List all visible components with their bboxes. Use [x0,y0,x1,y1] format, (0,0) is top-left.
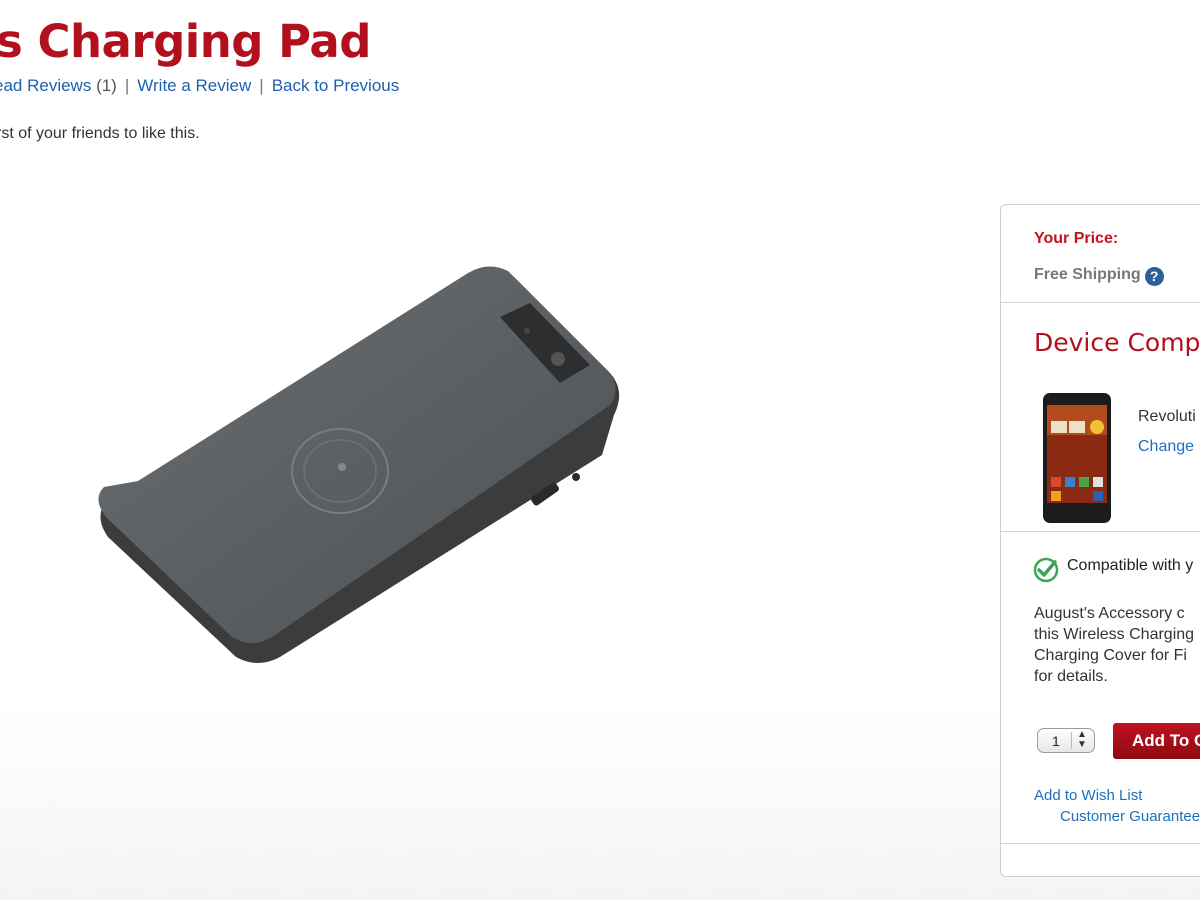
read-reviews-link[interactable]: ead Reviews [0,76,91,95]
description-line: this Wireless Charging [1034,626,1195,643]
help-icon[interactable]: ? [1144,267,1164,286]
link-separator: | [124,76,130,95]
description-line: Charging Cover for Fi [1034,647,1187,664]
compatibility-status: Compatible with y [1067,557,1194,574]
up-down-arrows-icon: ▲ ▼ [1077,729,1087,750]
product-image[interactable] [90,255,650,675]
purchase-panel: Your Price: Free Shipping? Device Compat… [1000,204,1200,877]
reviews-count: (1) [96,76,117,95]
device-compatibility-heading: Device Compat [1034,328,1200,357]
free-shipping-label: Free Shipping? [1034,266,1164,286]
check-circle-icon [1033,557,1059,583]
section-divider [1001,302,1200,303]
link-separator: | [259,76,264,95]
quantity-select[interactable]: 1 ▲ ▼ [1037,728,1095,753]
section-divider [1001,843,1200,844]
page-title: s Charging Pad [0,15,371,68]
customer-guarantee-link[interactable]: Customer Guarantee [1060,808,1200,825]
charging-pad-device [98,266,620,663]
add-to-wish-list-link[interactable]: Add to Wish List [1034,787,1142,804]
quantity-divider [1071,732,1072,749]
description-line: August's Accessory c [1034,605,1185,622]
like-friends-text: rst of your friends to like this. [0,125,200,142]
quantity-value: 1 [1052,733,1060,749]
device-name: Revoluti [1138,408,1196,425]
add-to-cart-button[interactable]: Add To C [1113,723,1200,759]
description-line: for details. [1034,668,1108,685]
device-thumbnail[interactable] [1041,391,1113,525]
section-divider [1001,531,1200,532]
write-review-link[interactable]: Write a Review [137,76,251,95]
compatibility-description: August's Accessory c this Wireless Charg… [1034,603,1194,687]
review-links: ead Reviews (1) | Write a Review | Back to P… [0,76,399,96]
change-device-link[interactable]: Change [1138,438,1194,456]
free-shipping-text: Free Shipping [1034,266,1141,283]
back-to-previous-link[interactable]: Back to Previous [272,76,400,95]
price-label: Your Price: [1034,230,1119,247]
